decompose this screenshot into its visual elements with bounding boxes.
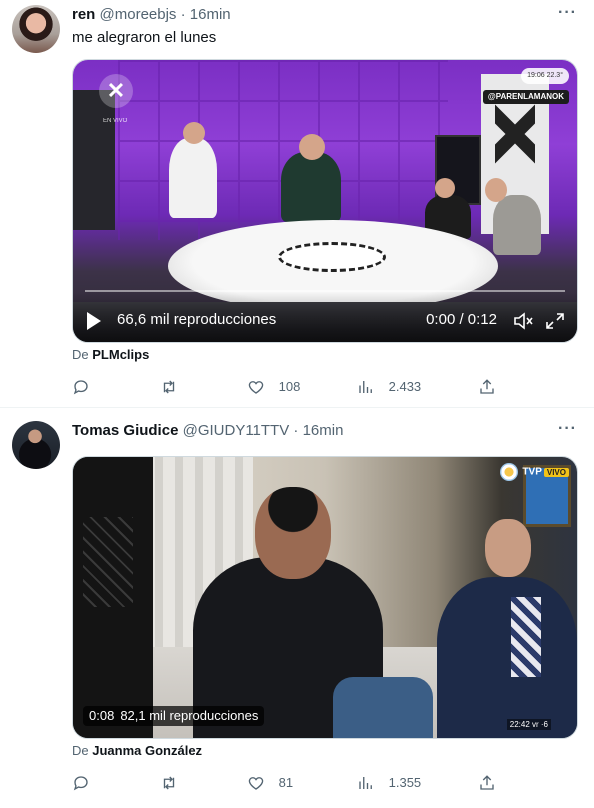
video-views: 82,1 mil reproducciones	[120, 708, 259, 723]
video-player[interactable]: ✕ EN VIVO 19:06 22.3° @PARENLAMANOK 66,6…	[72, 59, 578, 343]
video-views: 66,6 mil reproducciones	[117, 311, 277, 328]
action-bar: 81 1.355	[72, 772, 578, 792]
source-prefix: De	[72, 347, 89, 362]
reply-icon	[73, 379, 88, 394]
views-button[interactable]: 2.433	[357, 376, 421, 396]
more-icon[interactable]: ···	[558, 421, 576, 442]
like-button[interactable]: 108	[247, 376, 300, 396]
video-info-pill: 0:08 82,1 mil reproducciones	[83, 706, 265, 726]
views-icon	[359, 776, 372, 789]
author-handle[interactable]: @moreebjs	[100, 6, 177, 23]
tweet-text: me alegraron el lunes	[72, 29, 217, 46]
source-name[interactable]: Juanma González	[92, 743, 202, 758]
mute-icon[interactable]	[513, 312, 533, 330]
video-player[interactable]: TVP VIVO 22:42 vr ·6 0:08 82,1 mil reprodu…	[72, 456, 578, 739]
play-icon[interactable]	[87, 312, 101, 330]
live-badge: VIVO	[543, 467, 569, 477]
view-count: 1.355	[388, 774, 422, 790]
media-source[interactable]: De PLMclips	[72, 347, 149, 363]
action-bar: 108 2.433	[72, 376, 578, 396]
overlay-handle: @PARENLAMANOK	[482, 90, 569, 104]
source-prefix: De	[72, 743, 89, 758]
views-icon	[359, 380, 372, 393]
like-icon	[248, 380, 264, 394]
share-icon	[480, 774, 494, 790]
like-count: 81	[278, 774, 294, 790]
avatar[interactable]	[12, 421, 60, 469]
share-button[interactable]	[478, 376, 496, 396]
live-label: EN VIVO	[103, 118, 128, 124]
author-name[interactable]: ren	[72, 6, 95, 23]
tweet[interactable]: ren @moreebjs · 16min ··· me alegraron e…	[0, 0, 594, 408]
source-name[interactable]: PLMclips	[92, 347, 149, 362]
share-icon	[480, 378, 494, 394]
retweet-icon	[163, 380, 175, 394]
author-handle[interactable]: @GIUDY11TTV	[183, 422, 290, 439]
views-button[interactable]: 1.355	[357, 772, 421, 792]
channel-name: TVP	[522, 466, 542, 478]
share-button[interactable]	[478, 772, 496, 792]
retweet-button[interactable]	[160, 376, 188, 396]
media-source[interactable]: De Juanma González	[72, 743, 202, 759]
timestamp[interactable]: 16min	[303, 422, 344, 439]
like-button[interactable]: 81	[247, 772, 293, 792]
reply-button[interactable]	[72, 772, 100, 792]
separator: ·	[293, 422, 299, 439]
reply-button[interactable]	[72, 376, 100, 396]
retweet-icon	[163, 776, 175, 790]
overlay-clock: 22:42 vr ·6	[506, 719, 551, 730]
progress-bar[interactable]	[85, 290, 565, 292]
sun-icon	[500, 463, 519, 481]
author-name[interactable]: Tomas Giudice	[72, 422, 178, 439]
overlay-status: 19:06 22.3°	[521, 68, 569, 84]
channel-logo: TVP VIVO	[500, 463, 569, 481]
video-time: 0:00 / 0:12	[426, 311, 497, 328]
video-elapsed: 0:08	[89, 708, 115, 723]
reply-icon	[73, 775, 88, 790]
tweet-header: ren @moreebjs · 16min	[72, 5, 231, 25]
avatar[interactable]	[12, 5, 60, 53]
view-count: 2.433	[388, 378, 422, 394]
video-frame: TVP VIVO 22:42 vr ·6	[73, 457, 577, 738]
tweet-header: Tomas Giudice @GIUDY11TTV · 16min	[72, 421, 343, 441]
separator: ·	[180, 6, 186, 23]
more-icon[interactable]: ···	[558, 5, 576, 26]
like-icon	[248, 776, 264, 790]
like-count: 108	[278, 378, 301, 394]
channel-logo: ✕	[99, 74, 133, 108]
tweet[interactable]: Tomas Giudice @GIUDY11TTV · 16min ··· TV…	[0, 409, 594, 808]
fullscreen-icon[interactable]	[545, 312, 565, 330]
retweet-button[interactable]	[160, 772, 188, 792]
timestamp[interactable]: 16min	[190, 6, 231, 23]
